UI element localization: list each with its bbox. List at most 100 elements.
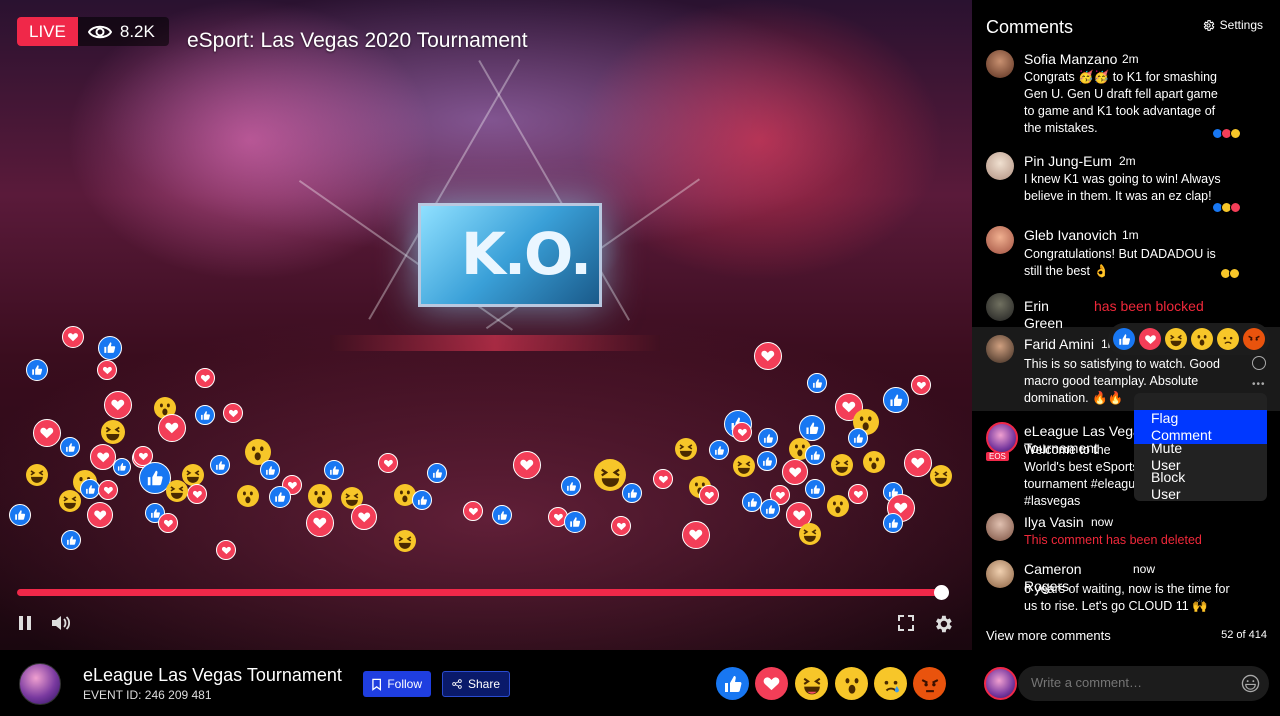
comment-author[interactable]: Ilya Vasin <box>1024 514 1084 530</box>
avatar[interactable] <box>986 50 1014 78</box>
progress-handle[interactable] <box>934 585 949 600</box>
avatar[interactable] <box>986 335 1014 363</box>
progress-bar[interactable] <box>17 589 944 596</box>
comment-author[interactable]: Sofia Manzano <box>1024 51 1117 67</box>
floating-haha-reaction <box>831 454 853 476</box>
view-more-comments-link[interactable]: View more comments <box>986 628 1111 643</box>
floating-love-reaction <box>158 414 186 442</box>
menu-item-label: Block User <box>1151 469 1186 502</box>
floating-like-reaction <box>757 451 777 471</box>
stage-screen: K.O. <box>418 203 602 307</box>
floating-like-reaction <box>848 428 868 448</box>
comment-input[interactable] <box>1031 675 1231 690</box>
wow-face-icon <box>845 677 858 694</box>
picker-like-button[interactable] <box>1113 328 1135 350</box>
comment-text: Congrats 🥳🥳 to K1 for smashing Gen U. Ge… <box>1024 70 1218 135</box>
comment-time: 2m <box>1119 154 1136 168</box>
floating-like-reaction <box>80 479 100 499</box>
comment-author[interactable]: Erin Green <box>1024 298 1074 332</box>
comment-time: 1m <box>1122 228 1139 242</box>
picker-angry-button[interactable] <box>1243 328 1265 350</box>
share-icon <box>452 679 462 689</box>
picker-haha-button[interactable] <box>1165 328 1187 350</box>
comment-reactions[interactable] <box>1212 128 1241 139</box>
viewer-count-value: 8.2K <box>119 22 155 41</box>
comments-panel: Comments Settings Sofia Manzano 2m Congr… <box>972 0 1280 716</box>
fullscreen-button[interactable] <box>896 613 916 633</box>
floating-love-reaction <box>611 516 631 536</box>
floating-like-reaction <box>9 504 31 526</box>
video-title: eSport: Las Vegas 2020 Tournament <box>187 29 528 52</box>
react-haha-button[interactable] <box>795 667 828 700</box>
floating-haha-reaction <box>59 490 81 512</box>
more-options-icon[interactable]: ••• <box>1252 379 1266 390</box>
picker-sad-button[interactable] <box>1217 328 1239 350</box>
menu-item-flag-comment[interactable]: Flag Comment <box>1134 410 1267 444</box>
comment-author[interactable]: Farid Amini <box>1024 336 1094 352</box>
heart-icon <box>763 677 780 691</box>
menu-item-label: Flag Comment <box>1151 410 1212 443</box>
comment-author[interactable]: Gleb Ivanovich <box>1024 227 1117 243</box>
smiley-icon[interactable] <box>1252 356 1266 370</box>
floating-haha-reaction <box>594 459 626 491</box>
menu-item-block-user[interactable]: Block User <box>1134 469 1267 503</box>
floating-like-reaction <box>758 428 778 448</box>
reaction-picker <box>1108 323 1270 355</box>
player-settings-button[interactable] <box>932 613 952 633</box>
floating-love-reaction <box>62 326 84 348</box>
avatar[interactable] <box>986 422 1018 454</box>
current-user-avatar[interactable] <box>984 667 1017 700</box>
floating-wow-reaction <box>863 451 885 473</box>
share-button[interactable]: Share <box>442 671 510 697</box>
floating-like-reaction <box>60 437 80 457</box>
floating-love-reaction <box>87 502 113 528</box>
avatar[interactable] <box>986 560 1014 588</box>
floating-like-reaction <box>742 492 762 512</box>
comment-reactions[interactable] <box>1212 202 1241 213</box>
floating-like-reaction <box>561 476 581 496</box>
floating-like-reaction <box>324 460 344 480</box>
floating-wow-reaction <box>237 485 259 507</box>
floating-love-reaction <box>782 459 808 485</box>
avatar[interactable] <box>986 152 1014 180</box>
react-like-button[interactable] <box>716 667 749 700</box>
event-avatar[interactable] <box>19 663 61 705</box>
floating-like-reaction <box>883 513 903 533</box>
volume-button[interactable] <box>50 613 71 633</box>
wow-face-icon <box>1197 334 1207 346</box>
floating-like-reaction <box>805 445 825 465</box>
floating-like-reaction <box>98 336 122 360</box>
picker-wow-button[interactable] <box>1191 328 1213 350</box>
floating-like-reaction <box>807 373 827 393</box>
floating-like-reaction <box>26 359 48 381</box>
react-sad-button[interactable] <box>874 667 907 700</box>
floating-like-reaction <box>883 387 909 413</box>
video-player[interactable]: K.O. LIVE 8.2K eSport: Las Vegas 2020 To… <box>0 0 972 650</box>
floating-love-reaction <box>187 484 207 504</box>
comment-author[interactable]: Pin Jung-Eum <box>1024 153 1112 169</box>
comments-settings-button[interactable]: Settings <box>1202 18 1263 32</box>
comment-time: 2m <box>1122 52 1139 66</box>
react-wow-button[interactable] <box>835 667 868 700</box>
pause-button[interactable] <box>17 613 37 633</box>
react-love-button[interactable] <box>755 667 788 700</box>
floating-love-reaction <box>98 480 118 500</box>
floating-like-reaction <box>622 483 642 503</box>
share-label: Share <box>467 677 500 691</box>
angry-face-icon <box>921 678 938 692</box>
avatar[interactable] <box>986 513 1014 541</box>
floating-like-reaction <box>61 530 81 550</box>
follow-button[interactable]: Follow <box>363 671 431 697</box>
floating-love-reaction <box>223 403 243 423</box>
comment-reactions[interactable] <box>1220 268 1240 279</box>
live-badge: LIVE 8.2K <box>17 17 169 46</box>
picker-love-button[interactable] <box>1139 328 1161 350</box>
floating-haha-reaction <box>675 438 697 460</box>
owner-badge: EOS <box>986 452 1009 461</box>
avatar[interactable] <box>986 293 1014 321</box>
comment-time: now <box>1133 562 1156 576</box>
react-angry-button[interactable] <box>913 667 946 700</box>
floating-haha-reaction <box>394 530 416 552</box>
emoji-icon[interactable] <box>1241 674 1260 693</box>
avatar[interactable] <box>986 226 1014 254</box>
